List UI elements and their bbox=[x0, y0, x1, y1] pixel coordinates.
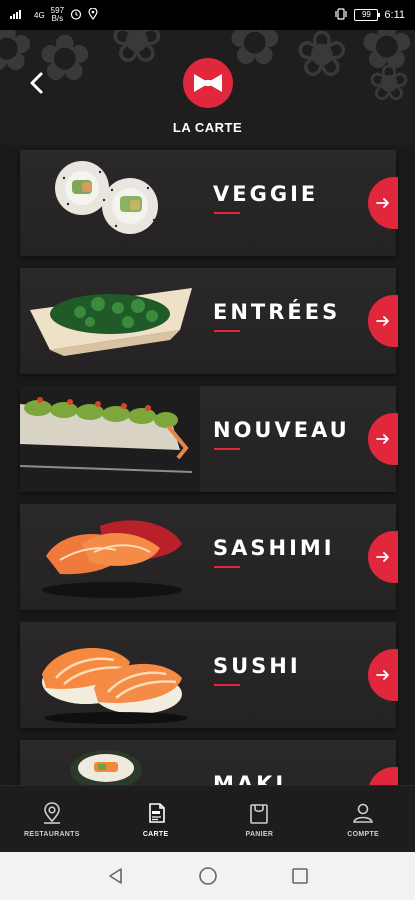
arrow-right-icon bbox=[376, 552, 389, 562]
location-icon bbox=[88, 6, 98, 23]
speed-unit: B/s bbox=[51, 14, 64, 23]
circle-home-icon bbox=[198, 867, 217, 885]
arrow-right-icon bbox=[376, 434, 389, 444]
open-category-button[interactable] bbox=[368, 295, 398, 347]
menu-book-icon bbox=[148, 803, 165, 823]
open-category-button[interactable] bbox=[368, 413, 398, 465]
network-type: 4G bbox=[34, 10, 45, 20]
back-button[interactable] bbox=[22, 68, 52, 98]
category-card-sushi[interactable]: SUSHI bbox=[20, 622, 398, 728]
map-pin-icon bbox=[43, 802, 60, 824]
nav-compte[interactable]: COMPTE bbox=[313, 801, 413, 838]
app-screen: 4G 597 B/s 99 6:11 ✿ ✿ ❀ ✿ ❀ ✿ ❀ LA CART… bbox=[0, 0, 415, 900]
square-recents-icon bbox=[291, 868, 308, 884]
veggie-roll-image bbox=[55, 161, 158, 234]
bottom-nav: RESTAURANTS CARTE PANIER COMPTE bbox=[0, 785, 415, 853]
page-title: LA CARTE bbox=[172, 120, 243, 135]
category-underline bbox=[214, 684, 240, 686]
arrow-right-icon bbox=[376, 316, 389, 326]
category-label: VEGGIE bbox=[213, 182, 319, 206]
nav-carte[interactable]: CARTE bbox=[106, 801, 206, 838]
category-card-maki[interactable]: MAKI bbox=[20, 740, 398, 785]
category-label: NOUVEAU bbox=[213, 418, 350, 442]
system-back-button[interactable] bbox=[104, 864, 128, 888]
nav-panier[interactable]: PANIER bbox=[209, 801, 309, 838]
category-underline bbox=[214, 212, 240, 214]
arrow-right-icon bbox=[376, 198, 389, 208]
status-left: 4G 597 B/s bbox=[10, 7, 98, 23]
nav-restaurants[interactable]: RESTAURANTS bbox=[2, 801, 102, 838]
category-underline bbox=[214, 448, 240, 450]
category-label: ENTRÉES bbox=[213, 300, 341, 324]
flower-decoration-icon: ❀ bbox=[110, 30, 164, 76]
system-nav-bar bbox=[0, 852, 415, 900]
nav-label: CARTE bbox=[142, 831, 169, 838]
header: ✿ ✿ ❀ ✿ ❀ ✿ ❀ LA CARTE bbox=[0, 30, 415, 145]
bowtie-icon bbox=[194, 74, 222, 92]
flower-decoration-icon: ✿ bbox=[228, 30, 282, 78]
vibrate-icon bbox=[334, 7, 348, 23]
sashimi-image bbox=[42, 520, 182, 598]
category-card-veggie[interactable]: VEGGIE bbox=[20, 150, 398, 256]
seaweed-salad-image bbox=[30, 288, 192, 356]
open-category-button[interactable] bbox=[368, 531, 398, 583]
clock: 6:11 bbox=[384, 9, 405, 21]
shopping-bag-icon bbox=[250, 804, 269, 824]
user-icon bbox=[353, 803, 374, 823]
category-label: SASHIMI bbox=[213, 536, 335, 560]
flower-decoration-icon: ❀ bbox=[295, 30, 349, 90]
category-label: MAKI bbox=[213, 772, 287, 785]
bowtie-logo bbox=[183, 58, 233, 108]
nav-label: RESTAURANTS bbox=[24, 831, 80, 838]
signal-icon bbox=[10, 8, 28, 22]
open-category-button[interactable] bbox=[368, 177, 398, 229]
category-card-entrees[interactable]: ENTRÉES bbox=[20, 268, 398, 374]
flower-decoration-icon: ❀ bbox=[368, 55, 410, 111]
nav-label: PANIER bbox=[245, 831, 274, 838]
system-recents-button[interactable] bbox=[288, 864, 312, 888]
menu-category-list: VEGGIE ENTRÉES NOUVEAU SASHIMI SUSHI MAK… bbox=[0, 145, 415, 785]
maki-image bbox=[70, 750, 142, 785]
nav-label: COMPTE bbox=[347, 831, 379, 838]
triangle-back-icon bbox=[108, 868, 122, 884]
status-bar: 4G 597 B/s 99 6:11 bbox=[0, 0, 415, 30]
sushi-image bbox=[42, 648, 188, 724]
category-underline bbox=[214, 330, 240, 332]
status-right: 99 6:11 bbox=[334, 7, 405, 23]
open-category-button[interactable] bbox=[368, 767, 398, 785]
system-home-button[interactable] bbox=[196, 864, 220, 888]
arrow-right-icon bbox=[376, 670, 389, 680]
alarm-icon bbox=[70, 8, 82, 23]
dragon-roll-image bbox=[20, 386, 200, 492]
category-card-sashimi[interactable]: SASHIMI bbox=[20, 504, 398, 610]
battery-icon: 99 bbox=[354, 9, 381, 21]
category-label: SUSHI bbox=[213, 654, 301, 678]
network-speed: 597 B/s bbox=[51, 7, 64, 23]
category-card-nouveau[interactable]: NOUVEAU bbox=[20, 386, 398, 492]
open-category-button[interactable] bbox=[368, 649, 398, 701]
chevron-left-icon bbox=[30, 72, 43, 94]
category-underline bbox=[214, 566, 240, 568]
